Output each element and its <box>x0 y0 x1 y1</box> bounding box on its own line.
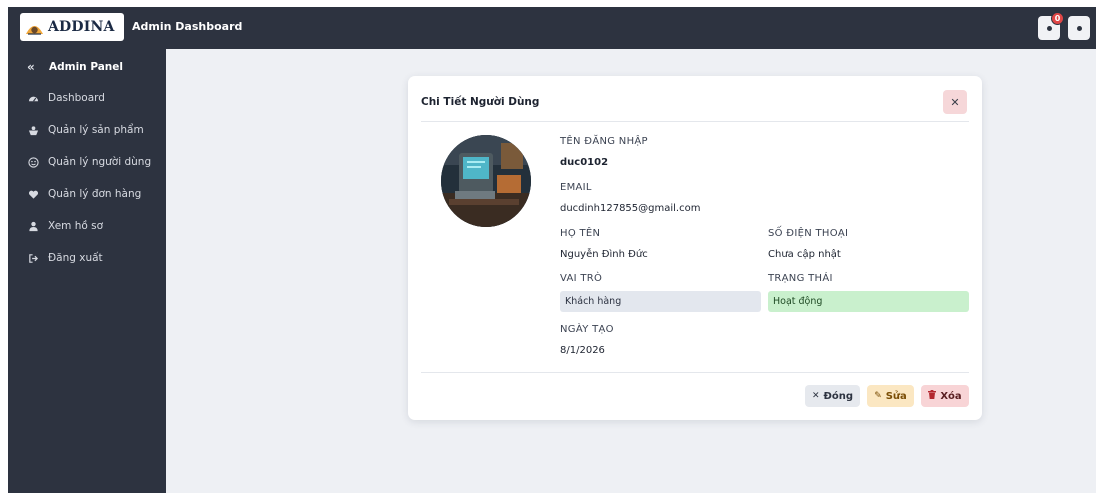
delete-button-label: Xóa <box>940 390 962 402</box>
user-detail-modal: Chi Tiết Người Dùng ✕ TÊN ĐĂNG NHẬP duc0… <box>408 76 982 420</box>
modal-close-button[interactable]: ✕ <box>943 90 967 114</box>
close-button-label: Đóng <box>823 390 854 402</box>
email-label: EMAIL <box>560 182 592 193</box>
sidebar: « Admin Panel Dashboard Quản lý sản phẩm… <box>8 49 166 493</box>
sidebar-item-label: Quản lý đơn hàng <box>48 188 142 200</box>
sidebar-title: Admin Panel <box>49 61 124 73</box>
sidebar-item-label: Dashboard <box>48 92 105 104</box>
role-label: VAI TRÒ <box>560 273 603 284</box>
close-button[interactable]: ✕ Đóng <box>805 385 860 407</box>
sidebar-item-label: Đăng xuất <box>48 252 103 264</box>
fullname-label: HỌ TÊN <box>560 228 601 239</box>
sidebar-item-label: Quản lý người dùng <box>48 156 152 168</box>
status-value: Hoạt động <box>773 296 823 307</box>
edit-button[interactable]: ✎ Sửa <box>867 385 914 407</box>
created-value: 8/1/2026 <box>560 345 605 356</box>
users-icon <box>27 156 39 168</box>
brand-name: ADDINA <box>48 19 115 35</box>
gear-icon <box>1076 25 1082 31</box>
bell-icon <box>1046 25 1052 31</box>
username-value: duc0102 <box>560 157 609 168</box>
delete-button[interactable]: Xóa <box>921 385 969 407</box>
settings-button[interactable] <box>1068 16 1090 40</box>
email-value: ducdinh127855@gmail.com <box>560 203 701 214</box>
dashboard-icon <box>27 92 39 104</box>
username-label: TÊN ĐĂNG NHẬP <box>560 136 648 147</box>
header-divider <box>421 121 969 122</box>
close-icon: ✕ <box>950 95 960 109</box>
phone-value: Chưa cập nhật <box>768 249 841 260</box>
app-window: ADDINA Admin Dashboard 0 « Admin Panel D… <box>8 7 1096 493</box>
sidebar-item-logout[interactable]: Đăng xuất <box>27 250 103 266</box>
notifications-button[interactable]: 0 <box>1038 12 1064 40</box>
status-badge: Hoạt động <box>768 291 969 312</box>
times-icon: ✕ <box>811 391 820 401</box>
chevrons-left-icon: « <box>27 60 35 74</box>
top-bar: ADDINA Admin Dashboard 0 <box>8 7 1096 49</box>
edit-icon: ✎ <box>874 391 882 401</box>
role-badge: Khách hàng <box>560 291 761 312</box>
sidebar-item-users[interactable]: Quản lý người dùng <box>27 154 151 170</box>
footer-divider <box>421 372 969 373</box>
brand-emblem-icon <box>25 20 44 35</box>
sidebar-toggle[interactable]: « Admin Panel <box>27 60 123 74</box>
app-title: Admin Dashboard <box>132 20 243 33</box>
heart-icon <box>27 188 39 200</box>
notification-badge: 0 <box>1051 12 1064 25</box>
status-label: TRẠNG THÁI <box>768 273 833 284</box>
phone-label: SỐ ĐIỆN THOẠI <box>768 228 849 239</box>
trash-icon <box>928 390 937 402</box>
sidebar-item-products[interactable]: Quản lý sản phẩm <box>27 122 144 138</box>
role-value: Khách hàng <box>565 296 622 307</box>
user-icon <box>27 220 39 232</box>
products-icon <box>27 124 39 136</box>
logout-icon <box>27 252 39 264</box>
sidebar-item-profile[interactable]: Xem hồ sơ <box>27 218 103 234</box>
edit-button-label: Sửa <box>885 390 907 402</box>
sidebar-item-label: Xem hồ sơ <box>48 220 104 232</box>
avatar <box>441 135 531 227</box>
sidebar-item-dashboard[interactable]: Dashboard <box>27 90 105 106</box>
sidebar-item-orders[interactable]: Quản lý đơn hàng <box>27 186 141 202</box>
brand-logo[interactable]: ADDINA <box>20 13 124 41</box>
created-label: NGÀY TẠO <box>560 324 614 335</box>
fullname-value: Nguyễn Đình Đức <box>560 249 648 260</box>
sidebar-item-label: Quản lý sản phẩm <box>48 124 144 136</box>
modal-title: Chi Tiết Người Dùng <box>421 96 540 108</box>
